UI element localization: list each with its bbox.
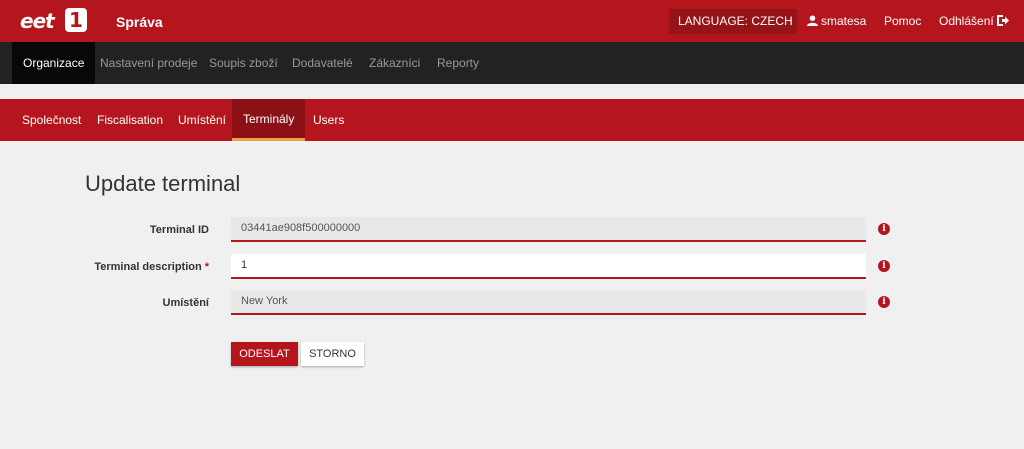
terminal-description-label-text: Terminal description: [94, 261, 202, 273]
user-icon: [807, 15, 818, 26]
info-circle-icon[interactable]: i: [878, 296, 890, 308]
nav-item-nastaveni-prodeje[interactable]: Nastavení prodeje: [89, 42, 208, 84]
form-row-umisteni: Umístění New York i: [0, 290, 1024, 316]
top-bar: eet 1 Správa LANGUAGE: CZECH smatesa Pom…: [0, 0, 1024, 49]
umisteni-label-text: Umístění: [162, 297, 209, 309]
main-nav: Organizace Nastavení prodeje Soupis zbož…: [0, 42, 1024, 84]
app-title: Správa: [116, 14, 163, 30]
logout-label: Odhlášení: [939, 14, 994, 28]
tab-users[interactable]: Users: [302, 99, 355, 141]
tab-terminaly[interactable]: Terminály: [232, 99, 306, 141]
terminal-id-label-text: Terminal ID: [149, 224, 209, 236]
username: smatesa: [821, 14, 867, 28]
terminal-description-label: Terminal description *: [94, 254, 209, 280]
required-asterisk: *: [204, 261, 209, 273]
submit-button[interactable]: ODESLAT: [231, 342, 298, 366]
language-label: LANGUAGE: CZECH: [678, 14, 793, 28]
nav-item-zakaznici[interactable]: Zákazníci: [358, 42, 431, 84]
form-row-terminal-id: Terminal ID 03441ae908f500000000 i: [0, 217, 1024, 243]
tab-fiscalisation[interactable]: Fiscalisation: [86, 99, 174, 141]
nav-item-dodavatele[interactable]: Dodavatelé: [281, 42, 364, 84]
language-dropdown[interactable]: LANGUAGE: CZECH: [669, 9, 797, 49]
terminal-id-input[interactable]: 03441ae908f500000000: [231, 217, 866, 242]
logo-digit: 1: [65, 8, 87, 32]
umisteni-label: Umístění: [163, 290, 209, 316]
help-link[interactable]: Pomoc: [884, 14, 921, 28]
logout-link[interactable]: Odhlášení: [939, 14, 1009, 28]
terminal-id-label: Terminal ID: [150, 217, 209, 243]
nav-item-soupis-zbozi[interactable]: Soupis zboží: [198, 42, 289, 84]
terminal-description-input[interactable]: 1: [231, 254, 866, 279]
tab-umisteni[interactable]: Umístění: [167, 99, 237, 141]
tab-spolecnost[interactable]: Společnost: [11, 99, 92, 141]
form-row-terminal-description: Terminal description * 1 i: [0, 254, 1024, 280]
nav-item-organizace[interactable]: Organizace: [12, 42, 96, 84]
sign-out-icon: [996, 15, 1009, 26]
eet-logo[interactable]: eet 1: [20, 8, 90, 34]
page-title: Update terminal: [85, 171, 241, 196]
user-menu-link[interactable]: smatesa: [807, 14, 866, 28]
sub-nav: Společnost Fiscalisation Umístění Termin…: [0, 99, 1024, 141]
info-circle-icon[interactable]: i: [878, 260, 890, 272]
cancel-button[interactable]: STORNO: [301, 342, 364, 366]
info-circle-icon[interactable]: i: [878, 223, 890, 235]
nav-item-reporty[interactable]: Reporty: [426, 42, 490, 84]
logo-text: eet: [20, 9, 55, 33]
umisteni-input[interactable]: New York: [231, 290, 866, 315]
